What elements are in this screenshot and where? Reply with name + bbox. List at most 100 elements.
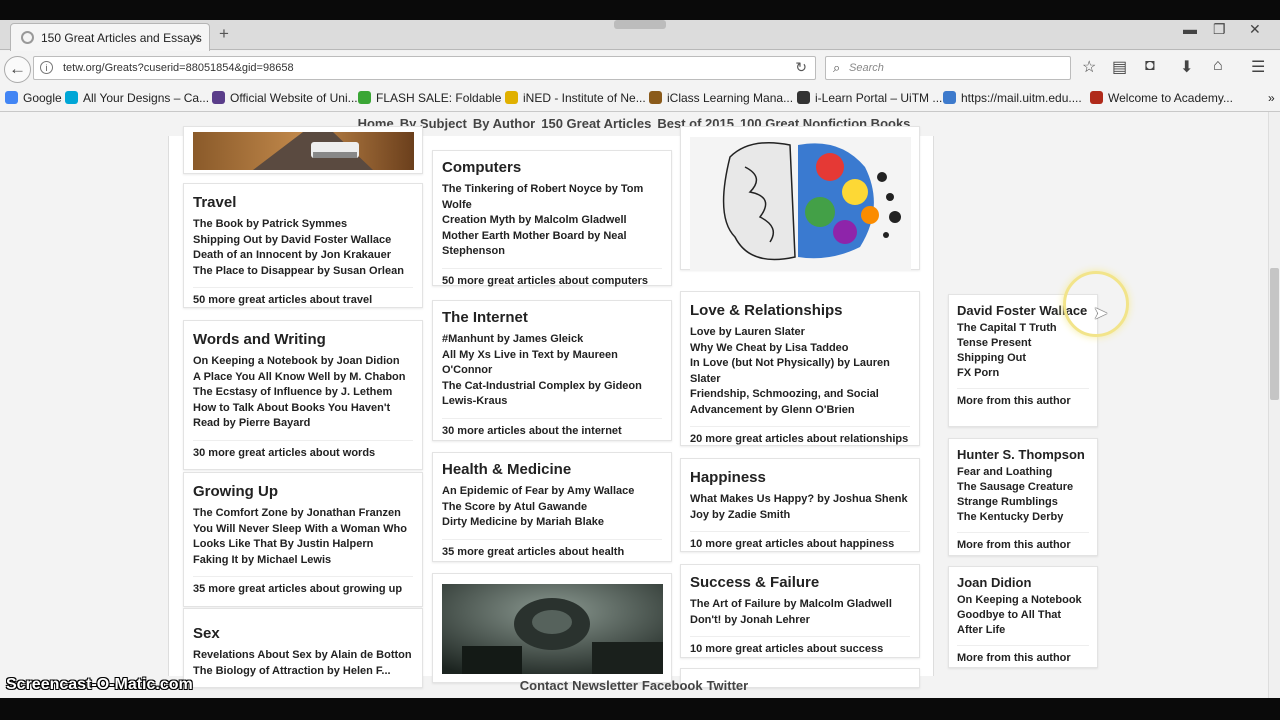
- article-link[interactable]: O'Connor: [442, 363, 662, 379]
- reading-list-icon[interactable]: ▤: [1112, 57, 1127, 77]
- article-link[interactable]: Shipping Out by David Foster Wallace: [193, 233, 413, 249]
- url-bar[interactable]: i tetw.org/Greats?cuserid=88051854&gid=9…: [33, 56, 816, 80]
- browser-tab[interactable]: 150 Great Articles and Essays ×: [10, 23, 210, 51]
- bookmark-item[interactable]: All Your Designs – Ca...: [65, 91, 209, 105]
- article-link[interactable]: You Will Never Sleep With a Woman Who: [193, 522, 413, 538]
- article-link[interactable]: Revelations About Sex by Alain de Botton: [193, 648, 413, 664]
- author-work[interactable]: Shipping Out: [957, 351, 1089, 366]
- brain-image-card[interactable]: [680, 126, 920, 271]
- article-link[interactable]: Stephenson: [442, 244, 662, 260]
- article-link[interactable]: Dirty Medicine by Mariah Blake: [442, 515, 662, 531]
- article-link[interactable]: The Place to Disappear by Susan Orlean: [193, 264, 413, 280]
- bookmark-item[interactable]: https://mail.uitm.edu....: [943, 91, 1082, 105]
- author-work[interactable]: On Keeping a Notebook: [957, 593, 1089, 608]
- bookmarks-overflow-icon[interactable]: »: [1268, 91, 1275, 105]
- author-work[interactable]: Tense Present: [957, 336, 1089, 351]
- more-link[interactable]: 10 more great articles about happiness: [690, 531, 910, 550]
- article-link[interactable]: Creation Myth by Malcolm Gladwell: [442, 213, 662, 229]
- author-work[interactable]: Fear and Loathing: [957, 465, 1089, 480]
- site-info-icon[interactable]: i: [40, 61, 53, 74]
- author-work[interactable]: The Kentucky Derby: [957, 510, 1089, 525]
- article-link[interactable]: The Tinkering of Robert Noyce by Tom: [442, 182, 662, 198]
- article-link[interactable]: Lewis-Kraus: [442, 394, 662, 410]
- downloads-icon[interactable]: ⬇: [1180, 57, 1193, 77]
- bookmark-item[interactable]: FLASH SALE: Foldable ...: [358, 91, 515, 105]
- author-work[interactable]: Goodbye to All That: [957, 608, 1089, 623]
- article-link[interactable]: Advancement by Glenn O'Brien: [690, 403, 910, 419]
- search-box[interactable]: ⌕ Search: [825, 56, 1071, 80]
- menu-icon[interactable]: ☰: [1251, 57, 1265, 77]
- more-link[interactable]: 30 more great articles about words: [193, 439, 413, 459]
- article-link[interactable]: An Epidemic of Fear by Amy Wallace: [442, 484, 662, 500]
- article-link[interactable]: What Makes Us Happy? by Joshua Shenk: [690, 492, 910, 508]
- article-link[interactable]: Read by Pierre Bayard: [193, 416, 413, 432]
- article-link[interactable]: On Keeping a Notebook by Joan Didion: [193, 354, 413, 370]
- footer-link[interactable]: Twitter: [707, 678, 749, 693]
- article-link[interactable]: The Book by Patrick Symmes: [193, 217, 413, 233]
- article-link[interactable]: The Cat-Industrial Complex by Gideon: [442, 379, 662, 395]
- window-drag-handle[interactable]: [614, 20, 666, 29]
- article-link[interactable]: All My Xs Live in Text by Maureen: [442, 348, 662, 364]
- article-link[interactable]: The Comfort Zone by Jonathan Franzen: [193, 506, 413, 522]
- minimize-button[interactable]: ▬: [1183, 21, 1197, 37]
- more-link[interactable]: 35 more great articles about health: [442, 538, 662, 558]
- article-link[interactable]: The Biology of Attraction by Helen F...: [193, 664, 413, 680]
- pocket-icon[interactable]: ◘: [1145, 57, 1155, 75]
- article-link[interactable]: Joy by Zadie Smith: [690, 508, 910, 524]
- bookmark-item[interactable]: Google: [5, 91, 62, 105]
- road-image-card[interactable]: [183, 126, 423, 174]
- site-nav-link[interactable]: By Author: [473, 116, 535, 131]
- bookmark-item[interactable]: i-Learn Portal – UiTM ...: [797, 91, 942, 105]
- article-link[interactable]: In Love (but Not Physically) by Lauren: [690, 356, 910, 372]
- more-link[interactable]: 30 more articles about the internet: [442, 417, 662, 437]
- article-link[interactable]: Looks Like That By Justin Halpern: [193, 537, 413, 553]
- site-nav-link[interactable]: 150 Great Articles: [541, 116, 651, 131]
- article-link[interactable]: #Manhunt by James Gleick: [442, 332, 662, 348]
- more-from-author-link[interactable]: More from this author: [957, 645, 1089, 664]
- article-link[interactable]: Slater: [690, 372, 910, 388]
- more-from-author-link[interactable]: More from this author: [957, 532, 1089, 551]
- author-work[interactable]: Strange Rumblings: [957, 495, 1089, 510]
- home-icon[interactable]: ⌂: [1213, 57, 1223, 75]
- author-name[interactable]: Joan Didion: [957, 575, 1089, 590]
- article-link[interactable]: Mother Earth Mother Board by Neal: [442, 229, 662, 245]
- article-link[interactable]: Why We Cheat by Lisa Taddeo: [690, 341, 910, 357]
- author-work[interactable]: FX Porn: [957, 366, 1089, 381]
- vertical-scrollbar[interactable]: [1268, 112, 1280, 698]
- article-link[interactable]: Wolfe: [442, 198, 662, 214]
- more-link[interactable]: 50 more great articles about travel: [193, 287, 413, 306]
- new-tab-button[interactable]: +: [219, 24, 229, 44]
- article-link[interactable]: Don't! by Jonah Lehrer: [690, 613, 910, 629]
- author-work[interactable]: After Life: [957, 623, 1089, 638]
- article-link[interactable]: The Score by Atul Gawande: [442, 500, 662, 516]
- bookmark-item[interactable]: iClass Learning Mana...: [649, 91, 793, 105]
- article-link[interactable]: A Place You All Know Well by M. Chabon: [193, 370, 413, 386]
- war-image-card[interactable]: [432, 573, 672, 683]
- reload-icon[interactable]: ↻: [795, 59, 807, 76]
- more-from-author-link[interactable]: More from this author: [957, 388, 1089, 407]
- bookmark-item[interactable]: iNED - Institute of Ne...: [505, 91, 646, 105]
- more-link[interactable]: 35 more great articles about growing up: [193, 576, 413, 595]
- author-name[interactable]: Hunter S. Thompson: [957, 447, 1089, 462]
- article-link[interactable]: How to Talk About Books You Haven't: [193, 401, 413, 417]
- article-link[interactable]: The Ecstasy of Influence by J. Lethem: [193, 385, 413, 401]
- bookmark-item[interactable]: Official Website of Uni...: [212, 91, 358, 105]
- bookmark-star-icon[interactable]: ☆: [1082, 57, 1096, 77]
- article-link[interactable]: Friendship, Schmoozing, and Social: [690, 387, 910, 403]
- author-work[interactable]: The Sausage Creature: [957, 480, 1089, 495]
- close-window-button[interactable]: ✕: [1249, 21, 1261, 38]
- article-link[interactable]: Death of an Innocent by Jon Krakauer: [193, 248, 413, 264]
- tab-close-icon[interactable]: ×: [192, 29, 200, 45]
- more-link[interactable]: 10 more great articles about success: [690, 636, 910, 655]
- bookmark-item[interactable]: Welcome to Academy...: [1090, 91, 1233, 105]
- footer-link[interactable]: Newsletter: [572, 678, 638, 693]
- footer-link[interactable]: Contact: [520, 678, 568, 693]
- scrollbar-thumb[interactable]: [1270, 268, 1279, 400]
- back-button[interactable]: ←: [4, 56, 31, 83]
- more-link[interactable]: 50 more great articles about computers: [442, 267, 662, 287]
- maximize-button[interactable]: ❐: [1213, 21, 1226, 38]
- article-link[interactable]: Love by Lauren Slater: [690, 325, 910, 341]
- footer-link[interactable]: Facebook: [642, 678, 703, 693]
- more-link[interactable]: 20 more great articles about relationshi…: [690, 426, 910, 445]
- article-link[interactable]: The Art of Failure by Malcolm Gladwell: [690, 597, 910, 613]
